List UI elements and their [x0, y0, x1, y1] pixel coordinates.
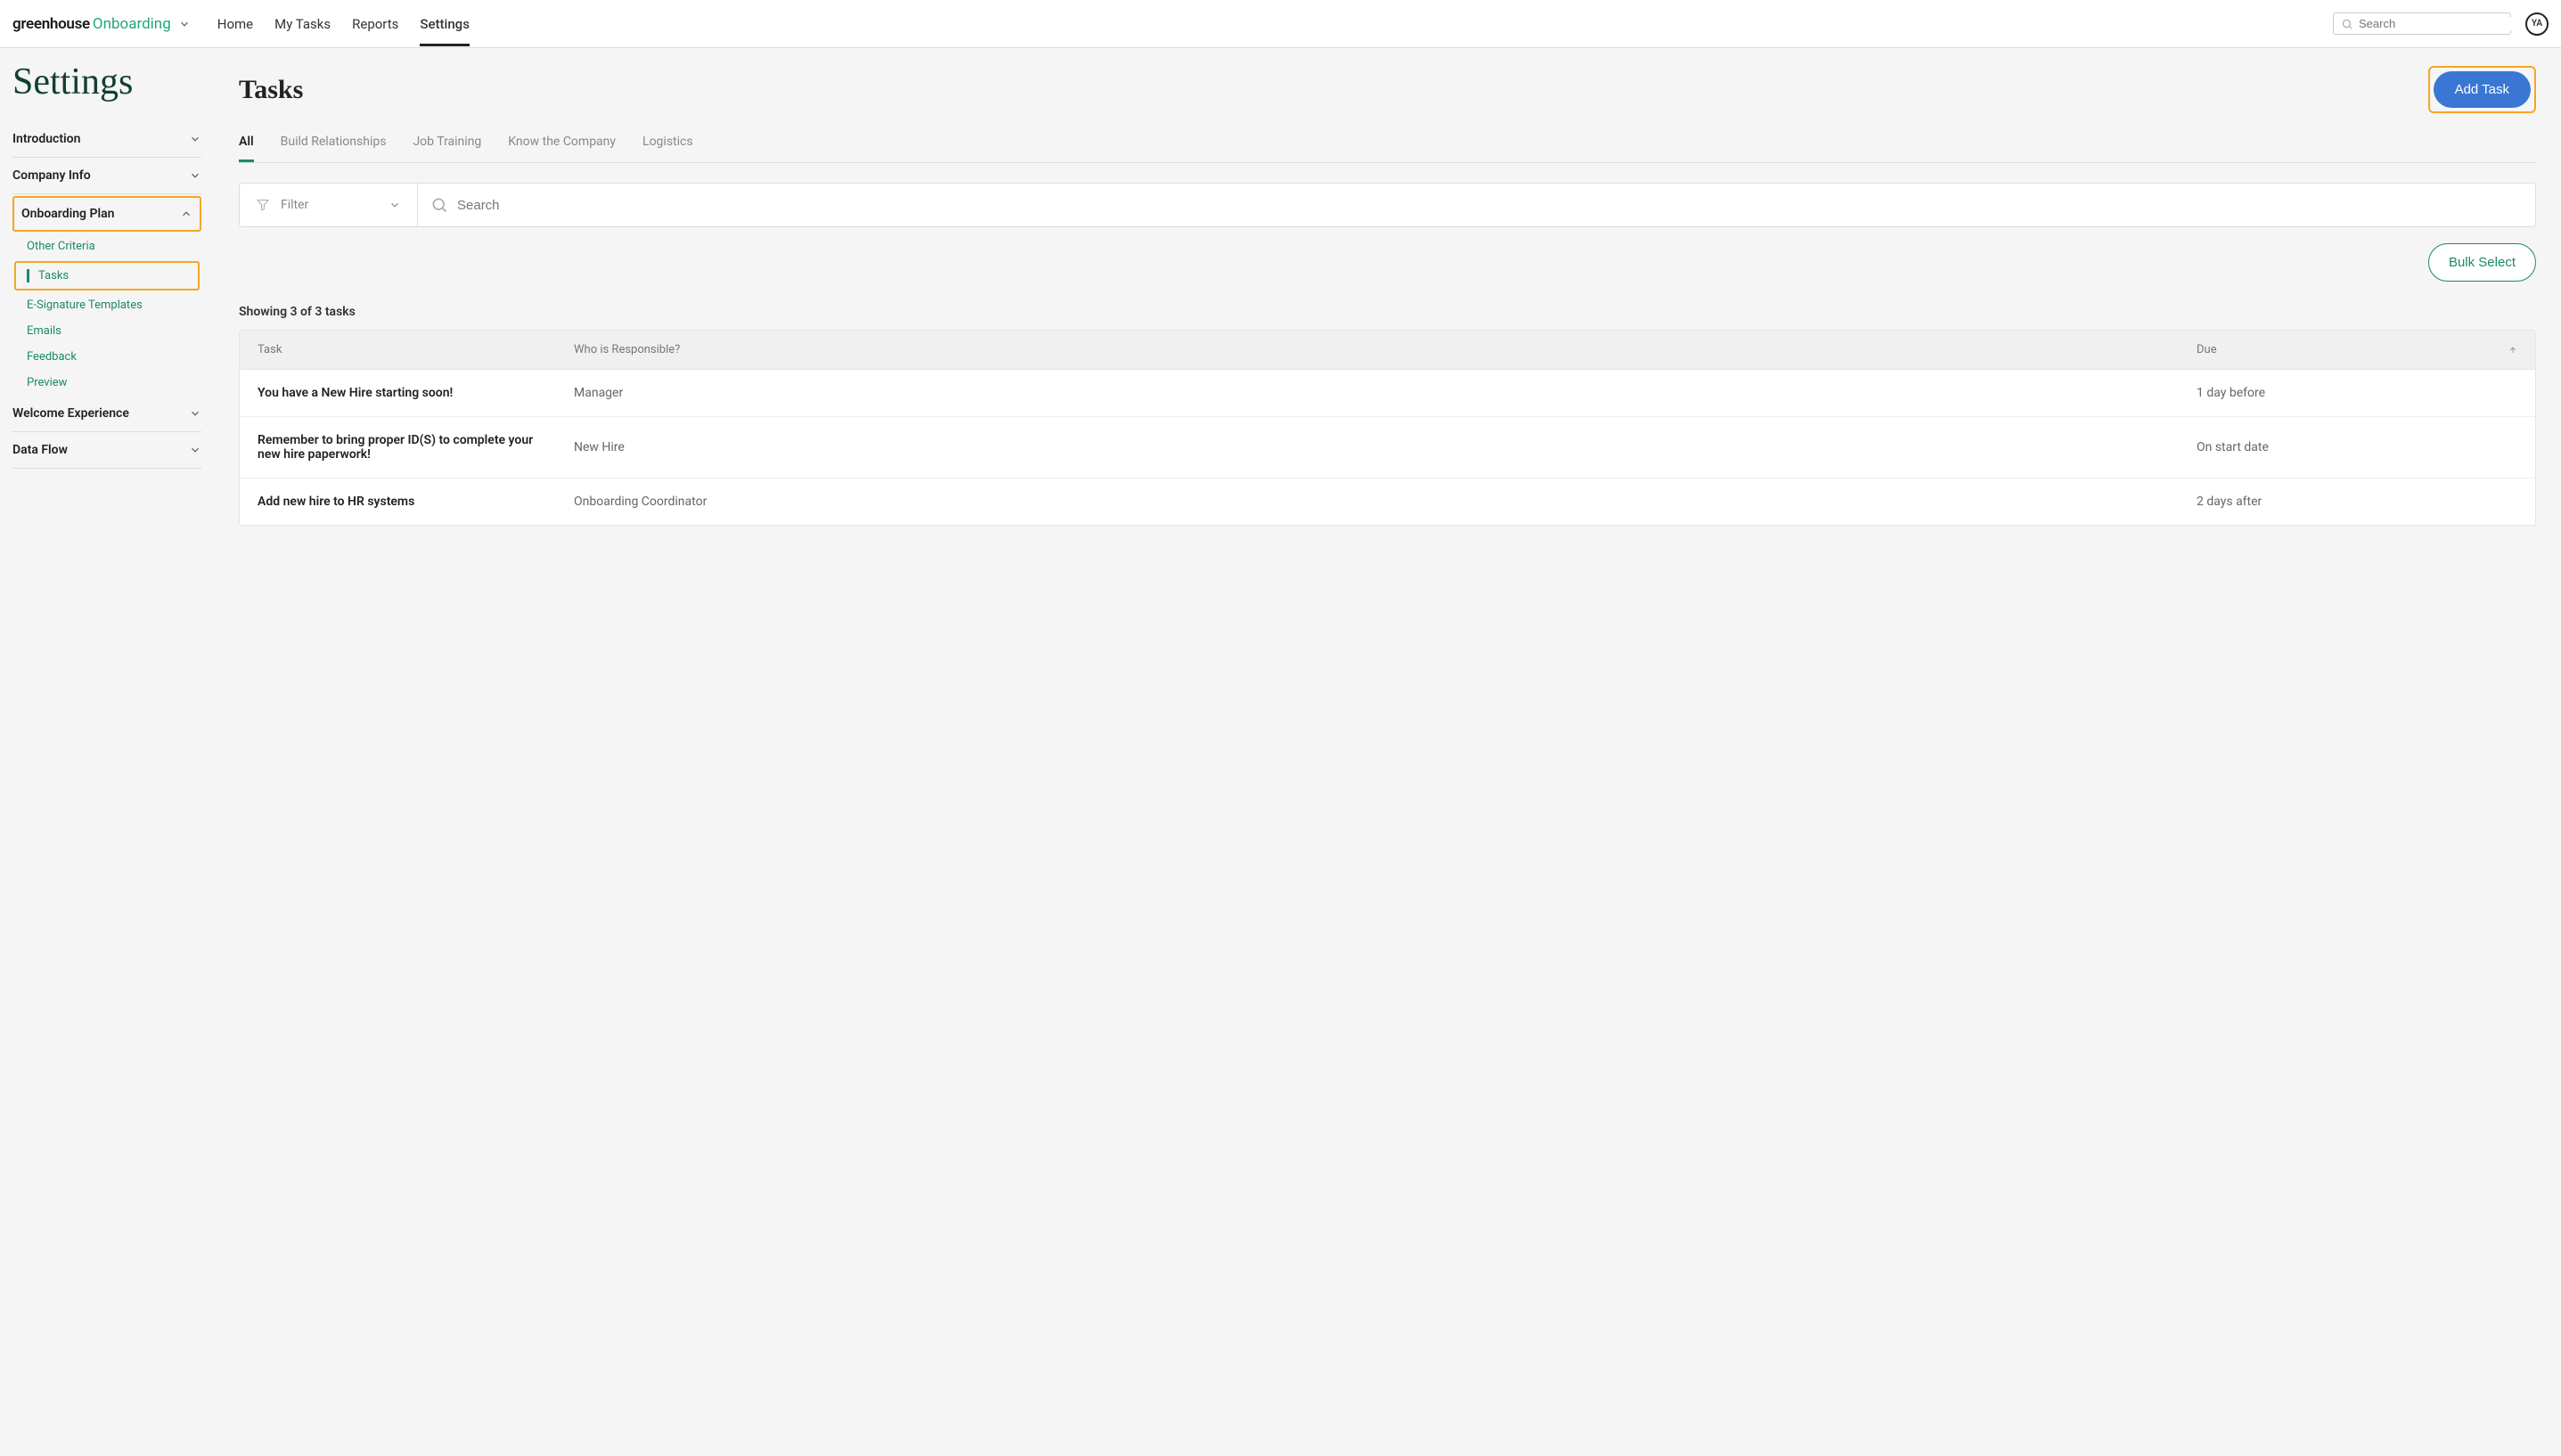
global-search[interactable] [2333, 12, 2511, 35]
task-search[interactable] [418, 184, 2535, 226]
nav-home[interactable]: Home [217, 2, 253, 46]
sidebar-introduction[interactable]: Introduction [12, 121, 201, 158]
col-responsible[interactable]: Who is Responsible? [556, 331, 2179, 369]
page-title: Settings [12, 61, 201, 103]
nav-links: Home My Tasks Reports Settings [217, 2, 470, 46]
tab-all[interactable]: All [239, 135, 254, 162]
sidebar-tasks-label: Tasks [27, 269, 198, 282]
avatar[interactable]: YA [2525, 12, 2549, 36]
sidebar-feedback[interactable]: Feedback [12, 344, 201, 370]
col-due[interactable]: Due [2179, 331, 2535, 369]
main-header: Tasks Add Task [239, 66, 2536, 113]
tab-job-training[interactable]: Job Training [413, 135, 481, 162]
col-task[interactable]: Task [240, 331, 556, 369]
table-header: Task Who is Responsible? Due [240, 331, 2535, 370]
sidebar-introduction-label: Introduction [12, 132, 80, 146]
task-category-tabs: All Build Relationships Job Training Kno… [239, 135, 2536, 163]
main-content: Tasks Add Task All Build Relationships J… [214, 48, 2561, 544]
chevron-down-icon [189, 444, 201, 456]
bulk-row: Bulk Select [239, 243, 2536, 282]
sidebar-other-criteria[interactable]: Other Criteria [12, 233, 201, 259]
chevron-down-icon [189, 407, 201, 420]
filter-dropdown[interactable]: Filter [240, 184, 418, 226]
sidebar-welcome-experience-label: Welcome Experience [12, 406, 129, 421]
tab-logistics[interactable]: Logistics [642, 135, 693, 162]
nav-settings[interactable]: Settings [420, 2, 470, 46]
sidebar-data-flow-label: Data Flow [12, 443, 68, 457]
cell-due: 1 day before [2179, 370, 2535, 416]
cell-responsible: New Hire [556, 417, 2179, 478]
filter-label: Filter [281, 198, 378, 212]
logo-main-text: greenhouse [12, 15, 90, 33]
add-task-highlight: Add Task [2428, 66, 2536, 113]
nav-reports[interactable]: Reports [352, 2, 398, 46]
table-row[interactable]: You have a New Hire starting soon! Manag… [240, 370, 2535, 417]
cell-due: On start date [2179, 417, 2535, 478]
table-row[interactable]: Add new hire to HR systems Onboarding Co… [240, 479, 2535, 525]
tab-build-relationships[interactable]: Build Relationships [281, 135, 387, 162]
task-search-input[interactable] [457, 198, 2523, 213]
results-count: Showing 3 of 3 tasks [239, 305, 2536, 319]
main-title: Tasks [239, 75, 303, 105]
sidebar-emails[interactable]: Emails [12, 318, 201, 344]
chevron-down-icon[interactable] [178, 18, 191, 30]
sidebar: Settings Introduction Company Info Onboa… [0, 48, 214, 544]
tasks-table: Task Who is Responsible? Due You have a … [239, 330, 2536, 526]
nav-my-tasks[interactable]: My Tasks [274, 2, 331, 46]
table-row[interactable]: Remember to bring proper ID(S) to comple… [240, 417, 2535, 479]
search-icon [430, 196, 448, 214]
chevron-down-icon [389, 199, 401, 211]
sidebar-onboarding-plan[interactable]: Onboarding Plan [12, 196, 201, 232]
chevron-up-icon [180, 208, 192, 220]
search-icon [2341, 18, 2353, 30]
sidebar-company-info[interactable]: Company Info [12, 158, 201, 194]
col-due-label: Due [2197, 343, 2217, 356]
add-task-button[interactable]: Add Task [2434, 71, 2531, 108]
sort-asc-icon [2508, 346, 2517, 355]
sidebar-welcome-experience[interactable]: Welcome Experience [12, 396, 201, 432]
global-search-input[interactable] [2359, 17, 2516, 30]
nav-right: YA [2333, 12, 2549, 36]
sidebar-tasks[interactable]: Tasks [14, 261, 200, 290]
cell-task: You have a New Hire starting soon! [240, 370, 556, 416]
sidebar-company-info-label: Company Info [12, 168, 91, 183]
filter-row: Filter [239, 183, 2536, 227]
cell-responsible: Onboarding Coordinator [556, 479, 2179, 525]
cell-responsible: Manager [556, 370, 2179, 416]
chevron-down-icon [189, 169, 201, 182]
sidebar-data-flow[interactable]: Data Flow [12, 432, 201, 469]
filter-icon [256, 198, 270, 212]
chevron-down-icon [189, 133, 201, 145]
cell-task: Add new hire to HR systems [240, 479, 556, 525]
tab-know-the-company[interactable]: Know the Company [508, 135, 616, 162]
cell-task: Remember to bring proper ID(S) to comple… [240, 417, 556, 478]
bulk-select-button[interactable]: Bulk Select [2428, 243, 2536, 282]
cell-due: 2 days after [2179, 479, 2535, 525]
sidebar-preview[interactable]: Preview [12, 370, 201, 396]
logo[interactable]: greenhouse Onboarding [12, 15, 191, 33]
logo-sub-text: Onboarding [93, 15, 171, 33]
top-nav: greenhouse Onboarding Home My Tasks Repo… [0, 0, 2561, 48]
sidebar-onboarding-plan-label: Onboarding Plan [21, 207, 114, 221]
sidebar-esignature-templates[interactable]: E-Signature Templates [12, 292, 201, 318]
